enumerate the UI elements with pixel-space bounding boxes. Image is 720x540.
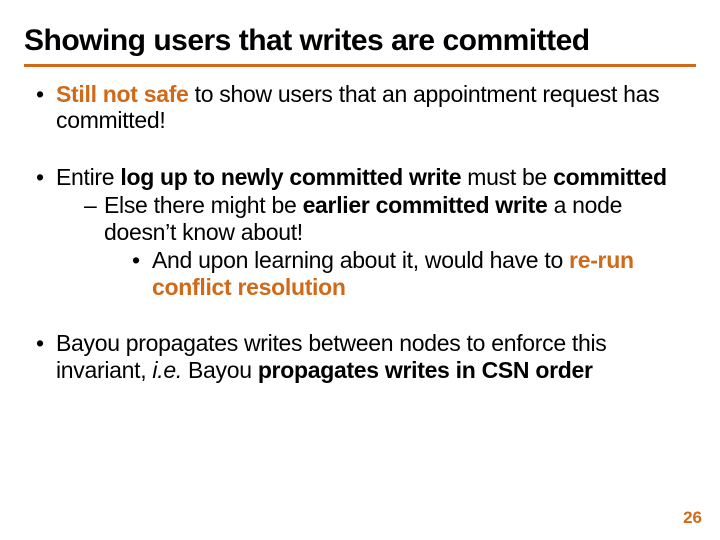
page-number: 26 <box>683 508 702 528</box>
bullet-2-sub-sub: And upon learning about it, would have t… <box>104 247 696 300</box>
b2-t4: committed <box>553 164 667 190</box>
bullet-3: Bayou propagates writes between nodes to… <box>34 330 696 383</box>
b3-t3: Bayou <box>182 357 258 383</box>
b2-t2: log up to newly committed write <box>120 164 461 190</box>
slide: Showing users that writes are committed … <box>0 0 720 540</box>
bullet-2-sub-1: Else there might be earlier committed wr… <box>84 192 696 300</box>
b3-t2: i.e. <box>152 357 181 383</box>
b3-t4: propagates writes in CSN order <box>258 357 593 383</box>
b2-t3: must be <box>461 164 553 190</box>
b2s1-t1: Else there might be <box>104 192 303 218</box>
b1-emph: Still not safe <box>56 81 189 107</box>
b2-t1: Entire <box>56 164 120 190</box>
b2s1-t2: earlier committed write <box>303 192 548 218</box>
bullet-2: Entire log up to newly committed write m… <box>34 164 696 300</box>
bullet-1: Still not safe to show users that an app… <box>34 81 696 134</box>
bullet-list: Still not safe to show users that an app… <box>24 81 696 383</box>
slide-title: Showing users that writes are committed <box>24 24 696 58</box>
title-rule <box>24 64 696 67</box>
bullet-2-sub: Else there might be earlier committed wr… <box>56 192 696 300</box>
bullet-2-sub-sub-1: And upon learning about it, would have t… <box>132 247 696 300</box>
b2ss1-t1: And upon learning about it, would have t… <box>152 247 569 273</box>
